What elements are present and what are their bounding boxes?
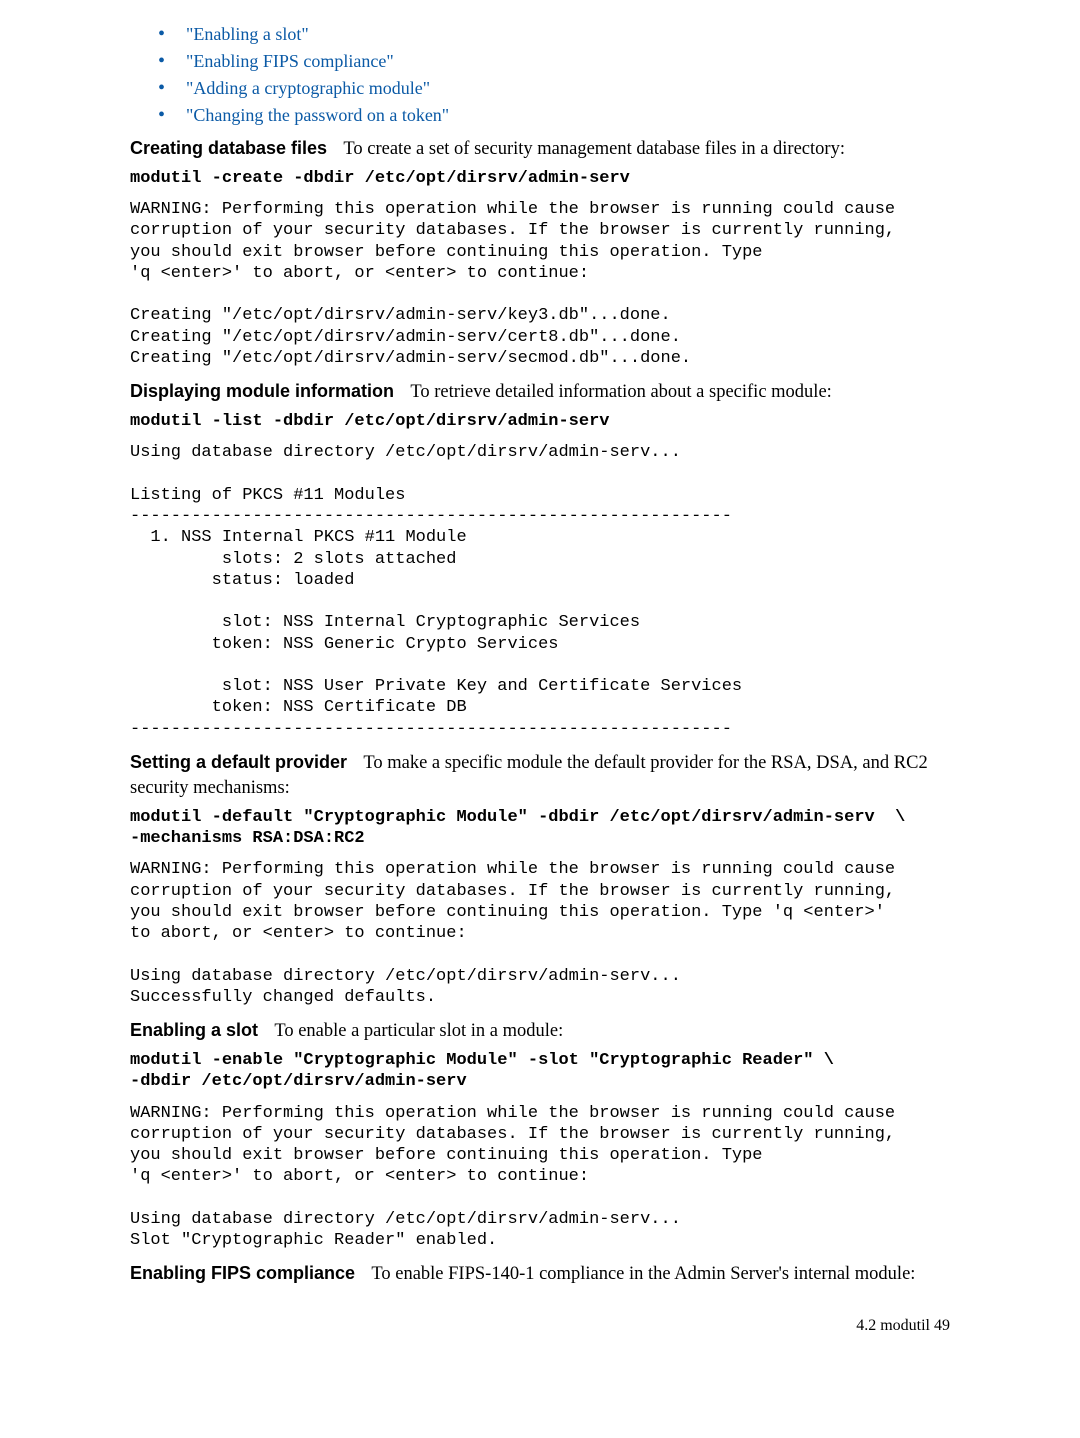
code-command: modutil -default "Cryptographic Module" … [130,807,950,850]
toc-link[interactable]: "Enabling a slot" [186,24,950,45]
section-heading: Enabling FIPS compliance [130,1263,355,1283]
toc-link[interactable]: "Changing the password on a token" [186,105,950,126]
section-setting-default-provider: Setting a default provider To make a spe… [130,750,950,801]
code-output: Using database directory /etc/opt/dirsrv… [130,442,950,740]
toc-link-text: "Enabling FIPS compliance" [186,51,394,71]
section-creating-database-files: Creating database files To create a set … [130,136,950,162]
toc-link-text: "Enabling a slot" [186,24,309,44]
section-heading: Enabling a slot [130,1020,258,1040]
toc-link[interactable]: "Adding a cryptographic module" [186,78,950,99]
section-enabling-slot: Enabling a slot To enable a particular s… [130,1018,950,1044]
code-output: WARNING: Performing this operation while… [130,199,950,369]
code-output: WARNING: Performing this operation while… [130,1103,950,1252]
code-command: modutil -list -dbdir /etc/opt/dirsrv/adm… [130,411,950,432]
toc-link[interactable]: "Enabling FIPS compliance" [186,51,950,72]
footer-text: 4.2 modutil 49 [856,1317,950,1334]
code-command: modutil -enable "Cryptographic Module" -… [130,1050,950,1093]
section-heading: Setting a default provider [130,752,347,772]
section-intro-text: To enable FIPS-140-1 compliance in the A… [371,1264,915,1284]
section-intro-text: To create a set of security management d… [343,139,845,159]
page-footer: 4.2 modutil 49 [130,1317,950,1335]
toc-link-text: "Adding a cryptographic module" [186,78,430,98]
toc-link-text: "Changing the password on a token" [186,105,449,125]
section-enabling-fips-compliance: Enabling FIPS compliance To enable FIPS-… [130,1261,950,1287]
page-content: "Enabling a slot" "Enabling FIPS complia… [0,0,1080,1359]
toc-list: "Enabling a slot" "Enabling FIPS complia… [130,24,950,126]
section-displaying-module-information: Displaying module information To retriev… [130,379,950,405]
section-heading: Creating database files [130,138,327,158]
code-output: WARNING: Performing this operation while… [130,859,950,1008]
section-intro-text: To enable a particular slot in a module: [274,1021,563,1041]
section-intro-text: To retrieve detailed information about a… [410,382,831,402]
section-heading: Displaying module information [130,381,394,401]
code-command: modutil -create -dbdir /etc/opt/dirsrv/a… [130,168,950,189]
